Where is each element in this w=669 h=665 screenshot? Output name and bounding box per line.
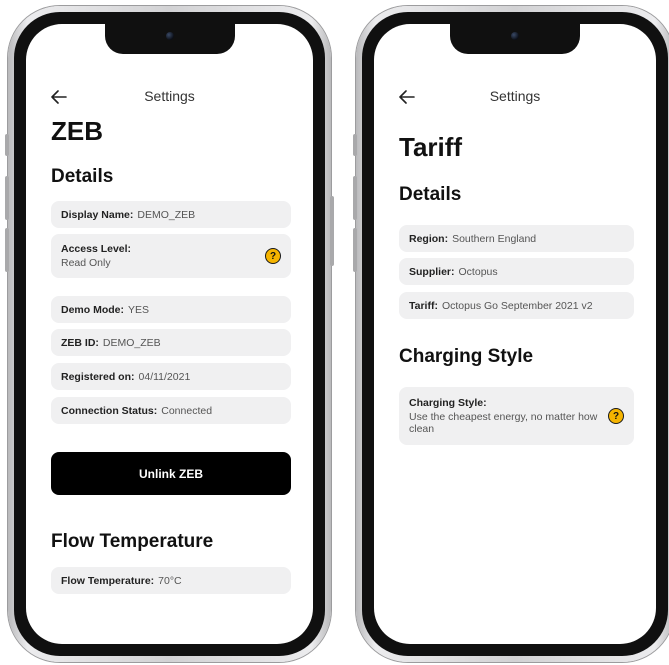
region-row: Region: Southern England — [399, 225, 634, 252]
unlink-zeb-button[interactable]: Unlink ZEB — [51, 452, 291, 495]
charging-style-row: Charging Style: Use the cheapest energy,… — [399, 387, 634, 445]
registered-on-row: Registered on: 04/11/2021 — [51, 363, 291, 390]
region-value: Southern England — [452, 232, 537, 245]
camera-icon — [511, 32, 519, 40]
phone-left: Settings ZEB Details Display Name: DEMO_… — [5, 6, 334, 662]
camera-icon — [165, 32, 174, 40]
mute-switch — [5, 134, 9, 156]
connection-status-value: Connected — [161, 404, 213, 417]
flow-temperature-heading: Flow Temperature — [51, 531, 291, 553]
zeb-id-row: ZEB ID: DEMO_ZEB — [51, 329, 291, 356]
tariff-row: Tariff: Octopus Go September 2021 v2 — [399, 292, 634, 319]
flow-temperature-value: 70°C — [158, 574, 182, 587]
phone-right: Settings Tariff Details Region: Southern… — [353, 6, 669, 662]
region-label: Region: — [409, 232, 449, 245]
display-name-row: Display Name: DEMO_ZEB — [51, 201, 291, 228]
supplier-value: Octopus — [458, 265, 498, 278]
supplier-label: Supplier: — [409, 265, 455, 278]
volume-down-button — [5, 228, 9, 272]
demo-mode-row: Demo Mode: YES — [51, 296, 291, 323]
help-icon[interactable]: ? — [608, 408, 624, 424]
supplier-row: Supplier: Octopus — [399, 258, 634, 285]
display-name-label: Display Name: — [61, 208, 134, 221]
help-icon[interactable]: ? — [265, 248, 281, 264]
phone-bezel: Settings ZEB Details Display Name: DEMO_… — [14, 12, 325, 656]
details-heading: Details — [399, 184, 634, 206]
page-title: Tariff — [399, 132, 634, 163]
charging-style-heading-text: Charging Style — [399, 346, 534, 367]
zeb-id-value: DEMO_ZEB — [102, 336, 161, 349]
charging-style-heading: Charging Style — [399, 346, 634, 368]
display-name-value: DEMO_ZEB — [137, 208, 196, 221]
connection-status-row: Connection Status: Connected — [51, 397, 291, 424]
screen-tariff-settings: Settings Tariff Details Region: Southern… — [374, 24, 656, 644]
connection-status-label: Connection Status: — [61, 404, 158, 417]
screen-zeb-settings: Settings ZEB Details Display Name: DEMO_… — [26, 24, 313, 644]
page-title-text: Tariff — [399, 132, 463, 162]
volume-up-button — [5, 176, 9, 220]
tariff-value: Octopus Go September 2021 v2 — [441, 299, 593, 312]
top-bar: Settings — [374, 86, 656, 110]
volume-up-button — [353, 176, 357, 220]
flow-temperature-label: Flow Temperature: — [61, 574, 155, 587]
access-level-row: Access Level: Read Only ? — [51, 234, 291, 278]
page-title: ZEB — [51, 116, 291, 147]
details-heading-text: Details — [399, 184, 462, 205]
charging-style-value: Use the cheapest energy, no matter how c… — [409, 411, 598, 435]
back-arrow-icon[interactable] — [396, 86, 418, 108]
demo-mode-value: YES — [128, 303, 150, 316]
mute-switch — [353, 134, 357, 156]
registered-on-label: Registered on: — [61, 370, 135, 383]
flow-temperature-heading-text: Flow Temperature — [51, 531, 214, 552]
details-heading-text: Details — [51, 166, 114, 187]
volume-down-button — [353, 228, 357, 272]
access-level-label: Access Level: — [61, 243, 132, 255]
zeb-id-label: ZEB ID: — [61, 336, 99, 349]
notch — [450, 24, 580, 54]
power-button — [330, 196, 334, 266]
tariff-label: Tariff: — [409, 299, 438, 312]
registered-on-value: 04/11/2021 — [138, 370, 191, 383]
notch — [104, 24, 235, 54]
flow-temperature-row: Flow Temperature: 70°C — [51, 567, 291, 594]
demo-mode-label: Demo Mode: — [61, 303, 124, 316]
page-title-text: ZEB — [51, 116, 103, 146]
charging-style-label: Charging Style: — [409, 397, 487, 409]
top-bar: Settings — [26, 86, 313, 110]
access-level-value: Read Only — [61, 257, 111, 269]
back-arrow-icon[interactable] — [48, 86, 70, 108]
phone-bezel: Settings Tariff Details Region: Southern… — [362, 12, 668, 656]
details-heading: Details — [51, 166, 291, 188]
